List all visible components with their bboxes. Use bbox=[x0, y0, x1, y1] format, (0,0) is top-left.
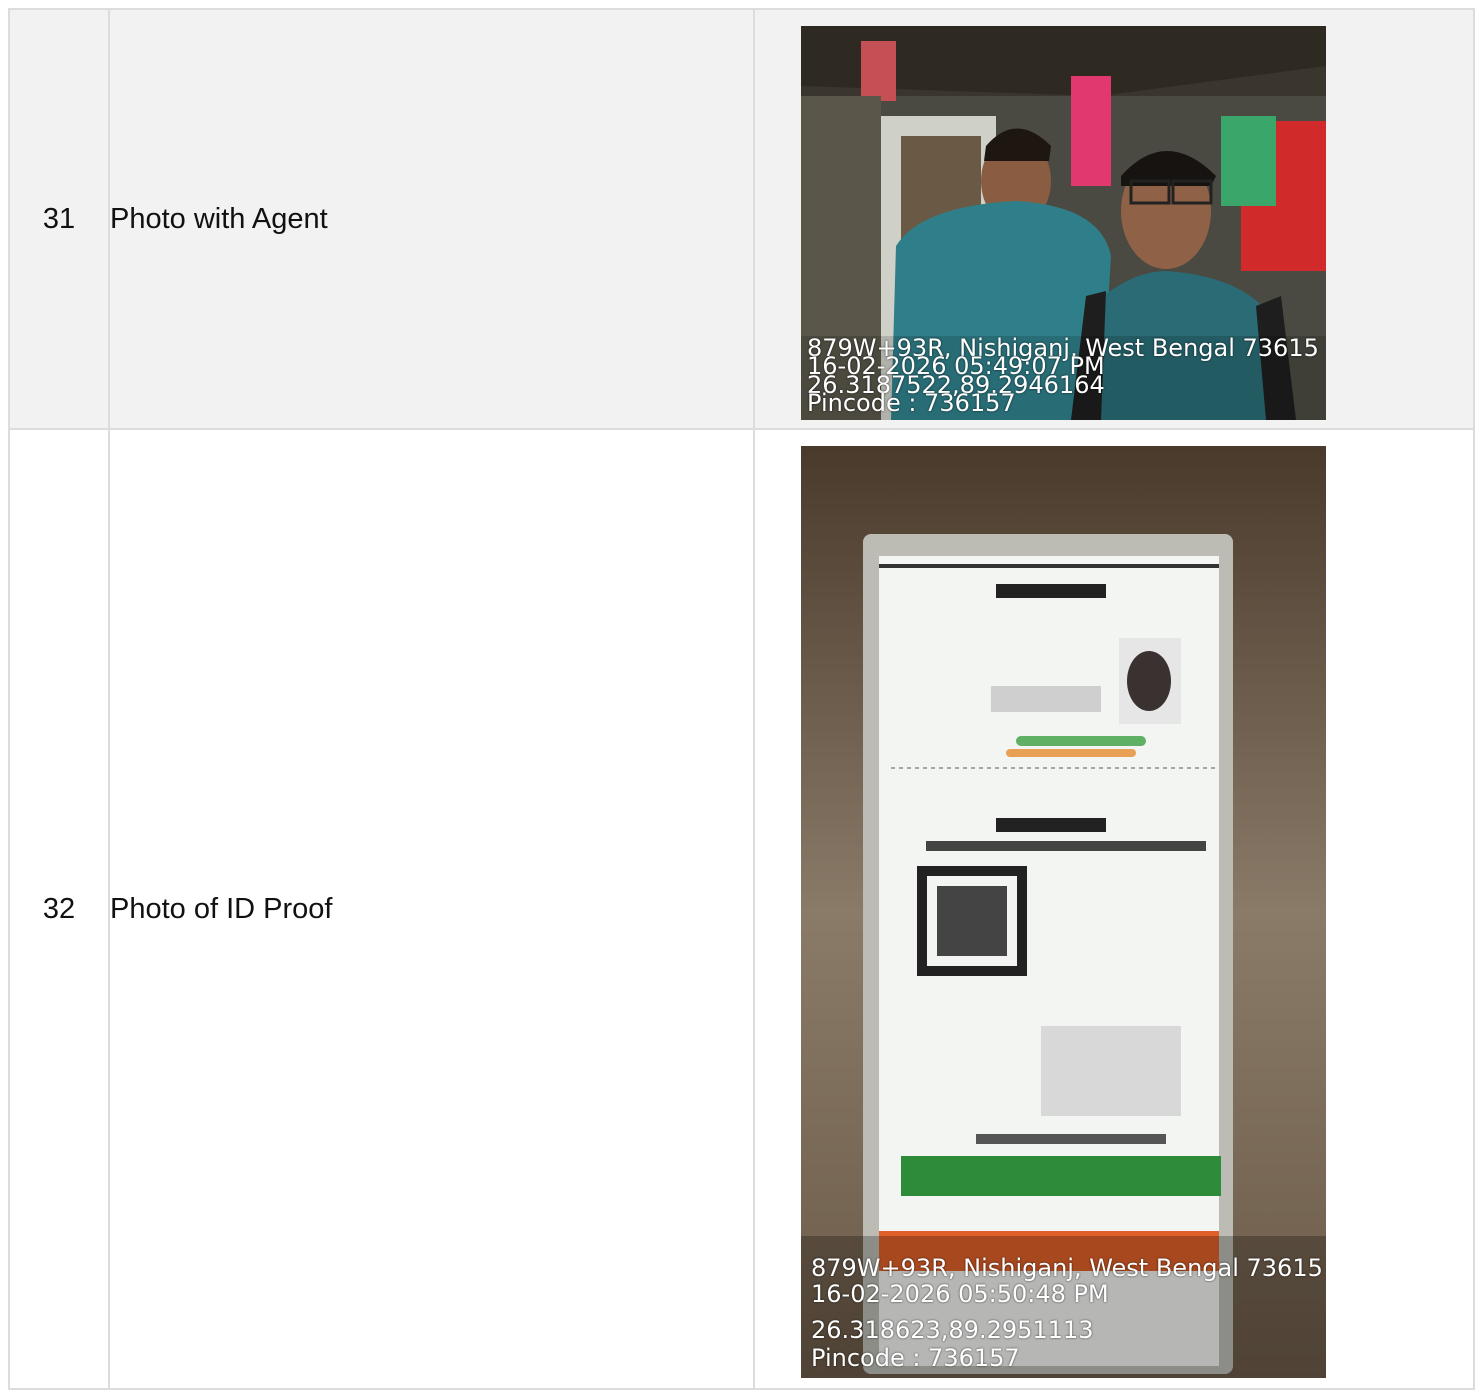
row-label: Photo of ID Proof bbox=[108, 428, 755, 1390]
stamp-datetime: 16-02-2026 05:50:48 PM bbox=[811, 1280, 1109, 1308]
table-row: 31 Photo with Agent 879W+93R, Nishiganj,… bbox=[8, 8, 1475, 430]
report-table: 31 Photo with Agent 879W+93R, Nishiganj,… bbox=[8, 8, 1475, 1390]
table-row: 32 Photo of ID Proof 879W+93R, Nishiganj… bbox=[8, 428, 1475, 1390]
id-proof-image bbox=[801, 446, 1326, 1378]
agent-photo[interactable]: 879W+93R, Nishiganj, West Bengal 73615 1… bbox=[801, 25, 1326, 420]
stamp-address: 879W+93R, Nishiganj, West Bengal 73615 bbox=[811, 1254, 1323, 1282]
row-label: Photo with Agent bbox=[108, 8, 755, 430]
photo-cell: 879W+93R, Nishiganj, West Bengal 73615 1… bbox=[753, 8, 1475, 430]
stamp-pincode: Pincode : 736157 bbox=[811, 1344, 1020, 1372]
row-number: 32 bbox=[8, 428, 110, 1390]
stamp-pincode: Pincode : 736157 bbox=[807, 388, 1016, 417]
id-proof-photo[interactable]: 879W+93R, Nishiganj, West Bengal 73615 1… bbox=[801, 446, 1326, 1378]
stamp-coordinates: 26.318623,89.2951113 bbox=[811, 1316, 1094, 1344]
row-number: 31 bbox=[8, 8, 110, 430]
photo-cell: 879W+93R, Nishiganj, West Bengal 73615 1… bbox=[753, 428, 1475, 1390]
